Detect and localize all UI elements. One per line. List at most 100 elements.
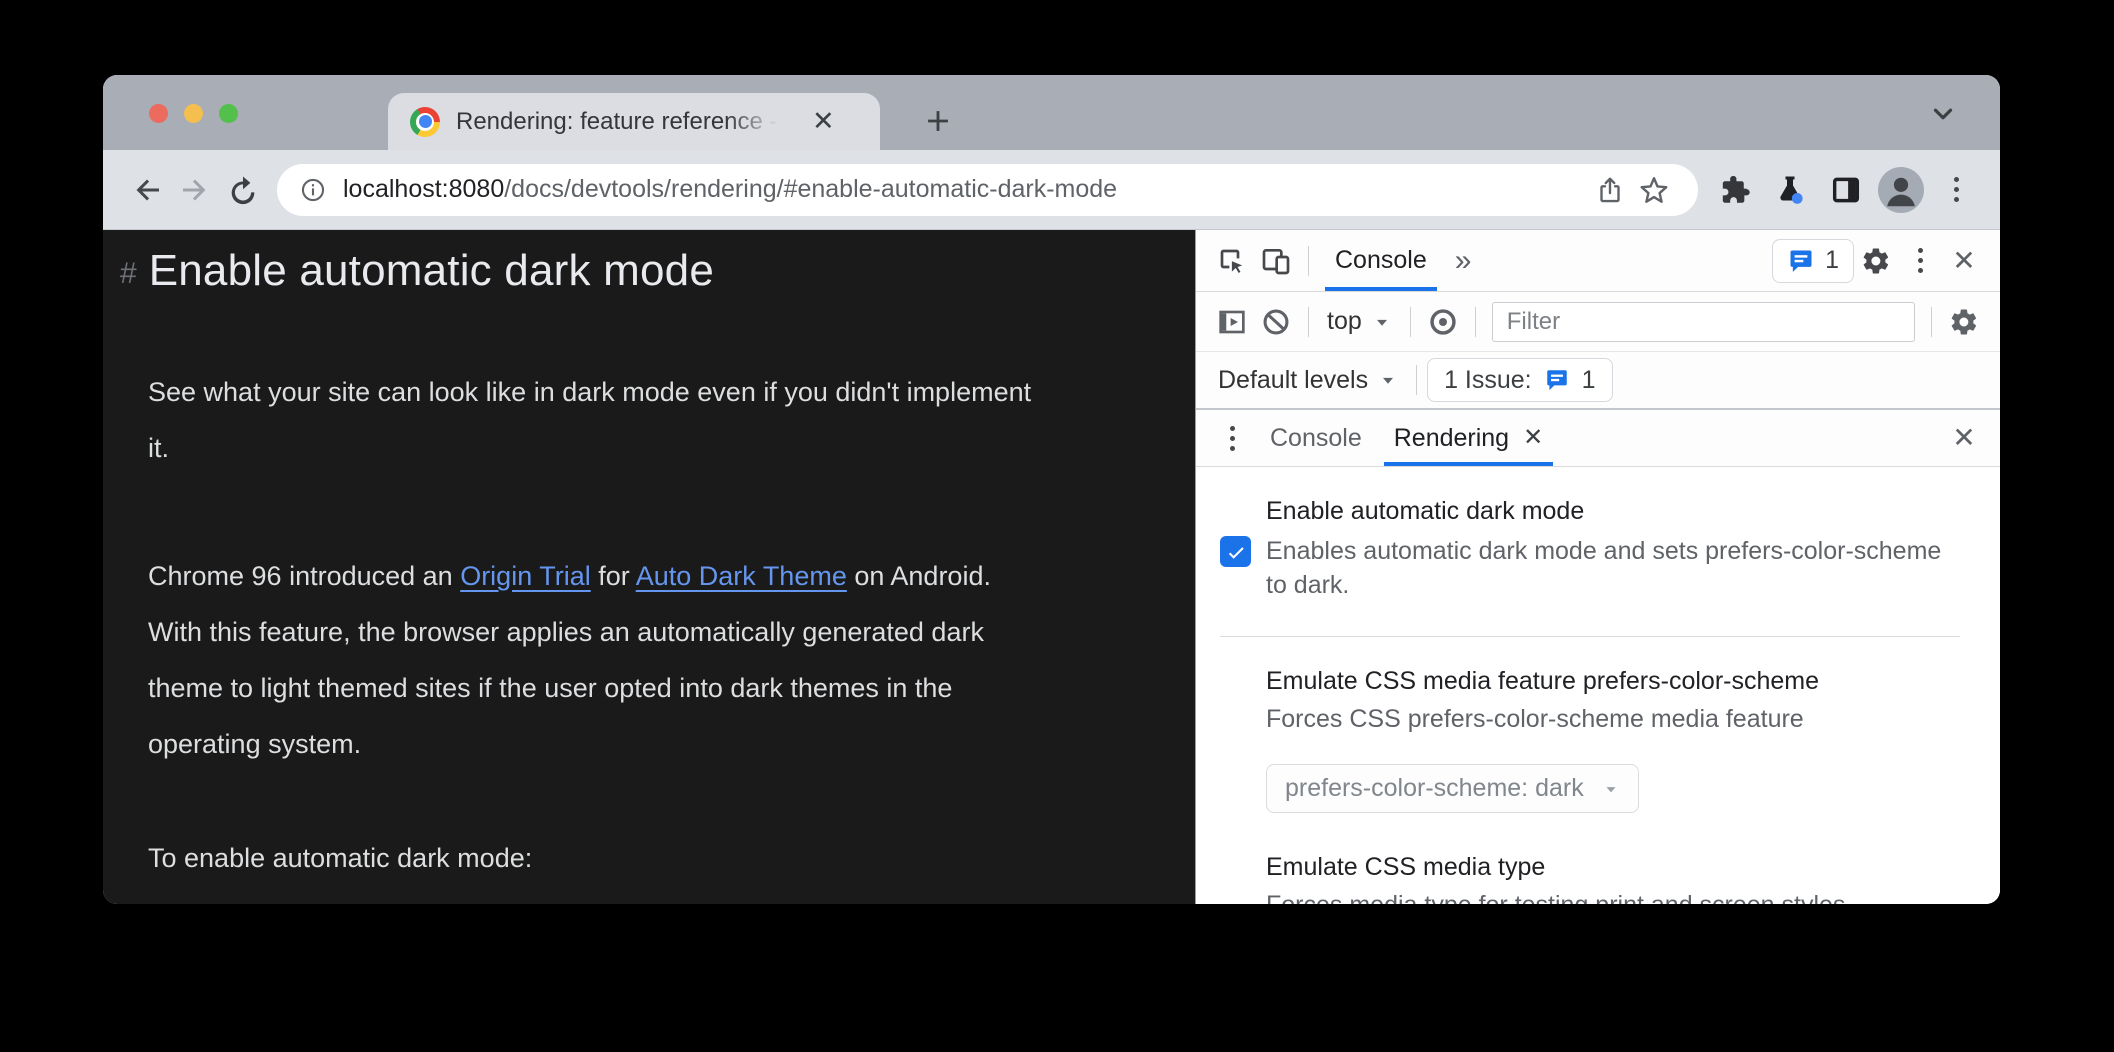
info-icon[interactable]	[299, 176, 327, 204]
page-content: # Enable automatic dark mode See what yo…	[103, 230, 1195, 904]
intro-paragraph: See what your site can look like in dark…	[148, 377, 1032, 463]
window-content: # Enable automatic dark mode See what yo…	[103, 230, 2000, 904]
issues-button[interactable]: 1 Issue: 1	[1427, 358, 1613, 402]
console-filter-input[interactable]	[1491, 301, 1915, 342]
forward-button[interactable]	[171, 166, 219, 214]
experiments-button[interactable]	[1766, 166, 1814, 214]
issues-badge-count: 1	[1825, 246, 1839, 274]
share-icon	[1600, 177, 1620, 202]
media-type-section: Emulate CSS media type Forces media type…	[1220, 847, 1960, 904]
eye-icon	[1430, 308, 1456, 335]
toolbar-divider	[1409, 306, 1411, 337]
origin-trial-link[interactable]: Origin Trial	[460, 561, 591, 591]
reload-icon	[231, 176, 255, 204]
toolbar-right-icons	[1710, 166, 1980, 214]
block-icon	[1263, 309, 1289, 334]
tab-close-icon[interactable]: ✕	[812, 108, 835, 135]
close-rendering-tab-icon[interactable]: ✕	[1523, 426, 1543, 450]
javascript-context-selector[interactable]: top	[1319, 307, 1400, 336]
device-toolbar-button[interactable]	[1254, 239, 1298, 283]
reload-button[interactable]	[219, 166, 267, 214]
devtools-panel: Console » 1 ✕ top Filter Default levels …	[1195, 230, 2000, 904]
devtools-menu-button[interactable]	[1898, 239, 1942, 283]
close-window-button[interactable]	[149, 104, 168, 123]
profile-avatar[interactable]	[1878, 166, 1924, 213]
prefers-color-scheme-select[interactable]: prefers-color-scheme: dark	[1266, 764, 1639, 813]
prefers-color-scheme-section: Emulate CSS media feature prefers-color-…	[1220, 637, 1960, 847]
inspect-element-button[interactable]	[1210, 239, 1254, 283]
side-panel-button[interactable]	[1822, 166, 1870, 214]
console-sidebar-icon	[1219, 310, 1245, 333]
tab-title: Rendering: feature reference - C	[456, 107, 796, 136]
url-bar[interactable]: localhost:8080/docs/devtools/rendering/#…	[277, 163, 1698, 216]
drawer-close-button[interactable]: ✕	[1942, 416, 1986, 460]
toolbar-divider	[1931, 306, 1932, 337]
dropdown-caret-icon	[1383, 377, 1394, 384]
forward-arrow-icon	[183, 179, 206, 200]
checkmark-icon	[1228, 546, 1244, 559]
new-tab-button[interactable]	[915, 98, 961, 144]
active-tab-indicator	[1325, 287, 1437, 291]
browser-menu-button[interactable]	[1932, 166, 1980, 214]
log-levels-selector[interactable]: Default levels	[1210, 366, 1406, 395]
close-icon: ✕	[1952, 244, 1976, 276]
auto-dark-mode-checkbox[interactable]	[1220, 536, 1251, 567]
setting-title: Emulate CSS media type	[1266, 853, 1546, 881]
heading-anchor[interactable]: #	[120, 251, 137, 291]
drawer-tab-console[interactable]: Console	[1254, 410, 1378, 466]
toolbar-divider	[1308, 245, 1309, 276]
kebab-menu-icon	[1938, 177, 1974, 202]
beaker-icon	[1780, 176, 1803, 204]
devtools-settings-button[interactable]	[1854, 239, 1898, 283]
feature-paragraph: Chrome 96 introduced an Origin Trial for…	[148, 561, 991, 759]
console-sidebar-button[interactable]	[1210, 300, 1254, 344]
dropdown-caret-icon	[1376, 319, 1387, 326]
puzzle-icon	[1722, 175, 1750, 203]
inspect-cursor-icon	[1220, 249, 1246, 274]
issues-bubble-icon	[1546, 370, 1567, 391]
drawer-menu-button[interactable]	[1210, 416, 1254, 460]
tab-search-chevron-icon[interactable]	[1926, 99, 1960, 134]
rendering-panel: Enable automatic dark mode Enables autom…	[1196, 467, 2000, 904]
live-expression-button[interactable]	[1421, 300, 1465, 344]
tab-console[interactable]: Console	[1319, 230, 1443, 291]
back-button[interactable]	[123, 166, 171, 214]
issues-bubble-icon	[1790, 250, 1812, 272]
console-toolbar: top	[1196, 292, 2000, 352]
back-arrow-icon	[136, 179, 159, 200]
dropdown-caret-icon	[1606, 786, 1616, 792]
clear-console-button[interactable]	[1254, 300, 1298, 344]
tab-title-fade	[726, 107, 796, 136]
setting-description: Enables automatic dark mode and sets pre…	[1266, 537, 1942, 599]
page-title: Enable automatic dark mode	[148, 246, 714, 295]
browser-toolbar: localhost:8080/docs/devtools/rendering/#…	[103, 150, 2000, 230]
minimize-window-button[interactable]	[184, 104, 203, 123]
traffic-lights	[149, 104, 238, 123]
star-icon	[1640, 176, 1668, 203]
plus-icon	[928, 111, 948, 131]
extensions-button[interactable]	[1710, 166, 1758, 214]
gear-icon	[1951, 308, 1977, 334]
console-settings-button[interactable]	[1942, 300, 1986, 344]
side-panel-icon	[1832, 177, 1860, 202]
devtools-main-tabbar: Console » 1 ✕	[1196, 230, 2000, 292]
gear-icon	[1863, 247, 1889, 273]
drawer-tab-rendering[interactable]: Rendering ✕	[1378, 410, 1559, 466]
issues-counter-button[interactable]: 1	[1772, 238, 1854, 283]
instructions-paragraph: To enable automatic dark mode:	[148, 843, 533, 873]
setting-title: Enable automatic dark mode	[1266, 497, 1585, 525]
devtools-close-button[interactable]: ✕	[1942, 239, 1986, 283]
active-tab-indicator	[1383, 462, 1554, 466]
auto-dark-theme-link[interactable]: Auto Dark Theme	[636, 561, 847, 591]
device-toolbar-icon	[1262, 248, 1290, 274]
tab-strip: Rendering: feature reference - C ✕	[103, 75, 2000, 150]
share-button[interactable]	[1588, 166, 1632, 214]
browser-window: Rendering: feature reference - C ✕ local…	[103, 75, 2000, 904]
toolbar-divider	[1474, 306, 1476, 337]
bookmark-button[interactable]	[1632, 166, 1676, 214]
zoom-window-button[interactable]	[219, 104, 238, 123]
kebab-menu-icon	[1214, 425, 1250, 451]
setting-title: Emulate CSS media feature prefers-color-…	[1266, 667, 1820, 695]
browser-tab[interactable]: Rendering: feature reference - C ✕	[388, 93, 880, 150]
more-panels-button[interactable]: »	[1443, 244, 1486, 278]
